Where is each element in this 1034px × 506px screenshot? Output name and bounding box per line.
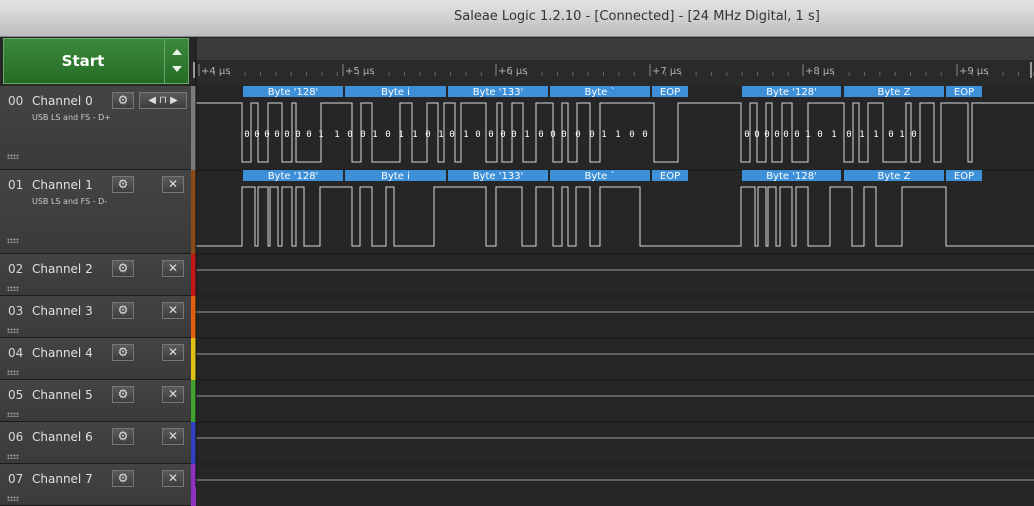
decoder-frame-label: Byte '128' — [766, 171, 817, 182]
decoded-bit: 0 — [888, 130, 893, 140]
decoder-frame-label: Byte '128' — [268, 87, 319, 98]
decoded-bit: 0 — [550, 130, 555, 140]
decoded-bit: 1 — [899, 130, 904, 140]
time-tick-label: +6 μs — [498, 66, 528, 77]
drag-grip-icon[interactable] — [7, 496, 19, 501]
decoder-frame-label: Byte Z — [878, 171, 911, 182]
decoded-bit: 0 — [629, 130, 634, 140]
decoded-bit: 0 — [764, 130, 769, 140]
decoded-bit: 0 — [846, 130, 851, 140]
time-tick-label: +8 μs — [805, 66, 835, 77]
decoded-bit: 0 — [475, 130, 480, 140]
waveform-view[interactable]: +4 μs +5 μs +6 μs +7 μs +8 μs +9 μs Byte '128'… — [0, 0, 1034, 487]
time-tick-label: +5 μs — [345, 66, 375, 77]
decoded-bit: 0 — [360, 130, 365, 140]
decoded-bit: 0 — [264, 130, 269, 140]
decoder-frame-label: Byte ` — [584, 170, 615, 182]
decoder-frame-label: Byte i — [381, 171, 410, 182]
time-tick-label: +7 μs — [652, 66, 682, 77]
decoded-bit: 1 — [463, 130, 468, 140]
decoded-bit: 0 — [794, 130, 799, 140]
time-tick-label: +9 μs — [959, 66, 989, 77]
decoded-bit: 0 — [347, 130, 352, 140]
decoded-bit: 1 — [398, 130, 403, 140]
decoded-bit: 1 — [524, 130, 529, 140]
decoded-bit: 0 — [488, 130, 493, 140]
decoder-frame-label: EOP — [660, 171, 680, 182]
decoded-bit: 0 — [425, 130, 430, 140]
decoded-bit: 1 — [372, 130, 377, 140]
waveform-area — [196, 86, 1034, 487]
decoded-bit: 0 — [817, 130, 822, 140]
decoded-bit: 0 — [449, 130, 454, 140]
decoded-bit: 0 — [744, 130, 749, 140]
decoded-bit: 0 — [642, 130, 647, 140]
decoded-bit: 0 — [774, 130, 779, 140]
decoded-bit: 0 — [274, 130, 279, 140]
decoder-frame-label: Byte ` — [584, 86, 615, 98]
decoded-bit: 1 — [831, 130, 836, 140]
decoded-bit: 0 — [538, 130, 543, 140]
decoded-bit: 1 — [873, 130, 878, 140]
decoded-bit: 1 — [412, 130, 417, 140]
decoder-frame-label: Byte Z — [878, 87, 911, 98]
decoder-frame-label: Byte '133' — [473, 87, 524, 98]
decoded-bit: 1 — [438, 130, 443, 140]
decoded-bit: 0 — [911, 130, 916, 140]
decoded-bit: 0 — [254, 130, 259, 140]
decoder-frame-label: Byte '128' — [268, 171, 319, 182]
decoder-frame-label: Byte '128' — [766, 87, 817, 98]
decoded-bit: 0 — [295, 130, 300, 140]
decoded-bit: 0 — [306, 130, 311, 140]
timeline-overview[interactable] — [196, 38, 1034, 60]
decoded-bit: 0 — [511, 130, 516, 140]
decoder-frame-label: EOP — [954, 171, 974, 182]
decoded-bit: 1 — [615, 130, 620, 140]
decoded-bit: 1 — [334, 130, 339, 140]
decoder-frame-label: EOP — [954, 87, 974, 98]
decoded-bit: 0 — [500, 130, 505, 140]
decoded-bit: 1 — [601, 130, 606, 140]
decoder-frame-label: EOP — [660, 87, 680, 98]
decoded-bit: 0 — [244, 130, 249, 140]
decoded-bit: 0 — [284, 130, 289, 140]
decoded-bit: 0 — [589, 130, 594, 140]
decoded-bit: 1 — [859, 130, 864, 140]
decoded-bit: 1 — [318, 130, 323, 140]
decoded-bit: 0 — [754, 130, 759, 140]
decoded-bit: 1 — [805, 130, 810, 140]
decoded-bit: 0 — [561, 130, 566, 140]
decoder-frame-label: Byte i — [381, 87, 410, 98]
decoded-bit: 0 — [385, 130, 390, 140]
decoded-bit: 0 — [783, 130, 788, 140]
decoder-frame-label: Byte '133' — [473, 171, 524, 182]
time-tick-label: +4 μs — [201, 66, 231, 77]
decoded-bit: 0 — [575, 130, 580, 140]
